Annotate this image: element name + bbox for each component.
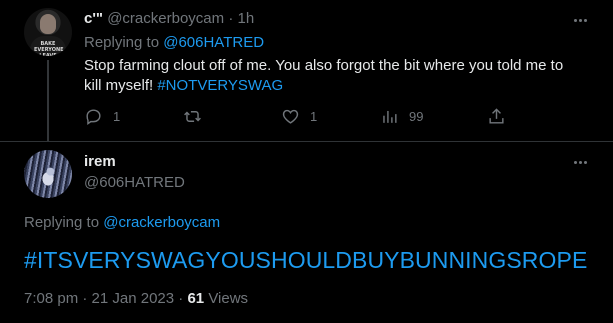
separator-dot: · (228, 10, 234, 27)
views-button[interactable]: 99 (380, 106, 423, 126)
separator-dot: · (178, 290, 184, 307)
retweet-button[interactable] (183, 106, 212, 126)
tweet-time[interactable]: 1h (237, 10, 254, 27)
views-label: Views (208, 290, 249, 307)
avatar-shirt-text: BAKE EVERYONE LEAVE (34, 41, 64, 56)
reply-icon (86, 108, 101, 125)
views-count: 61 (187, 290, 205, 307)
share-button[interactable] (487, 106, 506, 126)
reply-tweet-header: c'" @crackerboycam · 1h (84, 10, 254, 27)
views-chart-icon (383, 110, 397, 123)
reply-button[interactable]: 1 (84, 106, 120, 126)
author-name[interactable]: irem (84, 153, 116, 170)
author-handle[interactable]: @crackerboycam (107, 10, 224, 27)
more-options-button[interactable] (570, 155, 590, 169)
share-icon (489, 107, 504, 124)
author-name[interactable]: c'" (84, 10, 103, 27)
heart-icon (282, 109, 299, 124)
hashtag-link[interactable]: #ITSVERYSWAGYOUSHOULDBUYBUNNINGSROPE (24, 247, 587, 273)
avatar-crackerboycam[interactable]: BAKE EVERYONE LEAVE (24, 8, 72, 56)
thread-connector-line (47, 60, 49, 142)
divider (0, 141, 613, 142)
views-count: 99 (409, 108, 424, 124)
avatar-head (40, 14, 56, 34)
retweet-icon (184, 110, 201, 122)
more-icon (573, 18, 577, 22)
tweet-body-text: Stop farming clout off of me. You also f… (84, 57, 564, 94)
like-count: 1 (310, 108, 318, 124)
author-handle[interactable]: @606HATRED (84, 174, 185, 191)
more-options-button[interactable] (570, 13, 590, 27)
more-icon (573, 160, 577, 164)
tweet-timestamp[interactable]: 7:08 pm · 21 Jan 2023 (24, 290, 174, 307)
replying-to-label: Replying to (84, 34, 160, 51)
like-button[interactable]: 1 (281, 106, 317, 126)
reply-tweet-text: Stop farming clout off of me. You also f… (84, 56, 584, 96)
replying-to-label: Replying to (24, 214, 100, 231)
tweet-metadata: 7:08 pm · 21 Jan 2023 · 61 Views (24, 290, 248, 307)
hashtag-link[interactable]: #NOTVERYSWAG (157, 77, 283, 94)
replying-to-handle-link[interactable]: @crackerboycam (103, 214, 220, 231)
reply-count: 1 (113, 108, 121, 124)
replying-to: Replying to @crackerboycam (24, 214, 220, 231)
main-tweet-text: #ITSVERYSWAGYOUSHOULDBUYBUNNINGSROPE (24, 246, 587, 274)
replying-to-handle-link[interactable]: @606HATRED (163, 34, 264, 51)
avatar-irem[interactable] (24, 150, 72, 198)
replying-to: Replying to @606HATRED (84, 34, 264, 51)
